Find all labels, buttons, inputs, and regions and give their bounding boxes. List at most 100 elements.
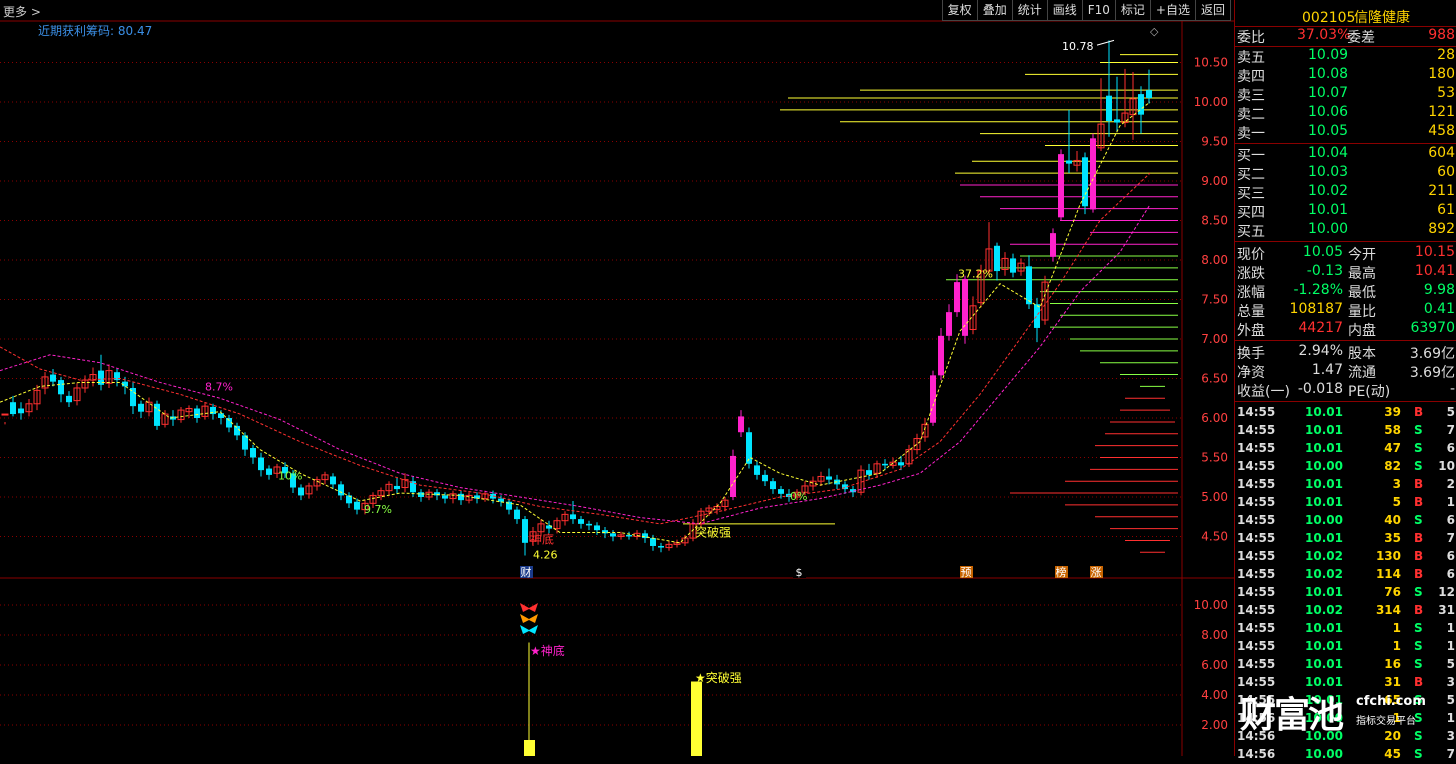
stat-value: - [1449, 381, 1455, 397]
tick-count: 1 [1446, 621, 1455, 635]
tick-price: 10.02 [1305, 567, 1343, 581]
stat-row: 外盘 44217 内盘 63970 [1235, 320, 1456, 339]
high-arrow [1096, 39, 1115, 46]
signal-label-tupo: 突破强 [695, 525, 731, 540]
price-axis-label: 6.00 [1201, 411, 1228, 425]
more-button[interactable]: 更多 > [3, 3, 41, 20]
low-price-label: 4.26 [533, 549, 558, 562]
ask-label: 卖五 [1237, 50, 1265, 66]
quote-panel: 002105 信隆健康 委比 37.03% 委差 988 卖五 10.09 28 卖四 10.0… [1234, 0, 1456, 761]
weicha-value: 988 [1428, 27, 1455, 43]
tick-vol: 47 [1384, 441, 1401, 455]
weicha-label: 委差 [1347, 30, 1375, 46]
stat2-row: 换手 2.94% 股本 3.69亿 [1235, 343, 1456, 362]
candle-body [1090, 138, 1096, 210]
butterfly-icon [520, 614, 538, 623]
candle-body [594, 525, 600, 531]
candle-body [586, 523, 592, 526]
candle-body [234, 425, 240, 436]
butterfly-icon [520, 625, 538, 634]
tick-price: 10.01 [1305, 657, 1343, 671]
candle-body [826, 476, 832, 480]
toolbar-button-1[interactable]: 叠加 [976, 0, 1013, 21]
bid-row: 买四 10.01 61 [1235, 202, 1456, 221]
tick-row: 14:55 10.01 1 S 1 [1235, 620, 1456, 638]
tick-count: 31 [1438, 603, 1455, 617]
stat-label: 现价 [1237, 247, 1265, 263]
toolbar-button-4[interactable]: F10 [1081, 0, 1116, 21]
tick-vol: 82 [1384, 459, 1401, 473]
tick-time: 14:55 [1237, 495, 1276, 509]
stat-row: 现价 10.05 今开 10.15 [1235, 244, 1456, 263]
candle-body [778, 489, 784, 494]
tick-row: 14:55 10.01 1 S 1 [1235, 638, 1456, 656]
tick-price: 10.01 [1305, 477, 1343, 491]
tick-time: 14:55 [1237, 441, 1276, 455]
tick-vol: 1 [1392, 639, 1401, 653]
tick-time: 14:55 [1237, 513, 1276, 527]
bid-label: 买四 [1237, 205, 1265, 221]
candle-body [898, 462, 904, 466]
toolbar-button-3[interactable]: 画线 [1046, 0, 1083, 21]
tick-side: S [1414, 585, 1423, 599]
tick-price: 10.01 [1305, 531, 1343, 545]
price-axis-label: 10.00 [1194, 95, 1228, 109]
toolbar-button-7[interactable]: 返回 [1194, 0, 1231, 21]
tick-price: 10.01 [1305, 405, 1343, 419]
candle-body [522, 519, 528, 543]
tick-side: S [1414, 639, 1423, 653]
separator [1235, 401, 1456, 402]
candle-body [1146, 90, 1152, 99]
separator [1235, 340, 1456, 341]
bid-label: 买三 [1237, 186, 1265, 202]
ask-row: 卖五 10.09 28 [1235, 47, 1456, 66]
tick-vol: 39 [1384, 405, 1401, 419]
kline-chart[interactable]: 10.50 10.00 9.50 9.00 8.50 8.00 7.50 7.00 6.50 6.… [0, 0, 1234, 756]
separator [1235, 143, 1456, 144]
sub-axis-label: 2.00 [1201, 718, 1228, 732]
diamond-icon[interactable]: ◇ [1150, 25, 1158, 38]
stat-value: 63970 [1410, 320, 1455, 336]
stat-value: -0.018 [1297, 381, 1343, 397]
tick-vol: 130 [1375, 549, 1401, 563]
stat-label: 内盘 [1348, 323, 1376, 339]
candle-body [138, 403, 144, 412]
chart-topbar: 更多 > 复权 叠加 统计 画线 F10 标记 +自选 返回 [0, 0, 1234, 21]
candle-body [1050, 233, 1056, 257]
tick-side: S [1414, 459, 1423, 473]
toolbar-button-0[interactable]: 复权 [941, 0, 978, 21]
toolbar-button-2[interactable]: 统计 [1011, 0, 1048, 21]
bid-label: 买五 [1237, 224, 1265, 240]
pct-label: 37.2% [958, 267, 993, 280]
tick-count: 5 [1446, 405, 1455, 419]
bid-row: 买五 10.00 892 [1235, 221, 1456, 240]
candle-body [1058, 154, 1064, 218]
tick-row: 14:55 10.01 16 S 5 [1235, 656, 1456, 674]
toolbar-button-5[interactable]: 标记 [1114, 0, 1151, 21]
price-axis-label: 7.00 [1201, 332, 1228, 346]
weibi-row: 委比 37.03% 委差 988 [1235, 27, 1456, 46]
price-axis-label: 5.50 [1201, 451, 1228, 465]
tick-vol: 40 [1384, 513, 1401, 527]
tick-side: B [1414, 549, 1424, 563]
tick-vol: 114 [1375, 567, 1401, 581]
quote-header: 002105 信隆健康 [1235, 0, 1456, 27]
toolbar-button-6[interactable]: +自选 [1149, 0, 1196, 21]
stat-value: 10.15 [1414, 244, 1455, 260]
stat-label: 收益(一) [1237, 384, 1290, 400]
stat2-row: 收益(一) -0.018 PE(动) - [1235, 381, 1456, 400]
stat-value: 10.41 [1414, 263, 1455, 279]
tick-count: 5 [1446, 657, 1455, 671]
bid-row: 买二 10.03 60 [1235, 164, 1456, 183]
tick-side: S [1414, 441, 1423, 455]
candle-body [754, 465, 760, 475]
candle-body [354, 501, 360, 510]
stat-label: 净资 [1237, 365, 1265, 381]
event-marker-bang: 榜 [1056, 565, 1067, 579]
kline-svg: 10.50 10.00 9.50 9.00 8.50 8.00 7.50 7.00 6.50 6.… [0, 20, 1234, 756]
price-axis-label: 4.50 [1201, 530, 1228, 544]
tick-time: 14:55 [1237, 567, 1276, 581]
tick-time: 14:55 [1237, 459, 1276, 473]
ask-price: 10.09 [1308, 47, 1349, 63]
tick-count: 7 [1446, 531, 1455, 545]
